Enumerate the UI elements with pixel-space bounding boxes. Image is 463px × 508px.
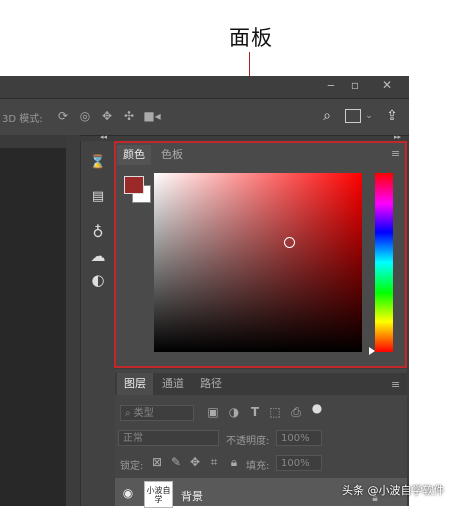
search-icon: ⌕ <box>125 408 134 419</box>
close-button[interactable]: ✕ <box>374 76 400 94</box>
3d-mode-label: 3D 模式: <box>2 114 43 125</box>
adjustment-filter-icon[interactable]: ◑ <box>227 404 241 420</box>
share-icon[interactable]: ⇪ <box>384 107 400 125</box>
adjustments-icon[interactable]: ◐ <box>89 271 107 289</box>
lock-pixels-icon[interactable]: ⊠ <box>151 455 163 469</box>
panel-highlight-frame <box>114 141 407 368</box>
lock-label: 锁定: <box>120 461 144 472</box>
artboard-icon[interactable]: ⌗ <box>208 455 220 469</box>
fill-label: 填充: <box>246 461 270 472</box>
layer-thumbnail: 小波自学 <box>144 481 173 508</box>
collapse-left-icon[interactable]: ◂◂ <box>100 133 107 141</box>
layer-name[interactable]: 背景 <box>181 488 203 504</box>
smart-object-filter-icon[interactable]: ⎙ <box>289 404 303 420</box>
minimize-button[interactable]: ‒ <box>318 76 344 94</box>
3d-roll-icon[interactable]: ◎ <box>77 108 93 124</box>
tab-layers[interactable]: 图层 <box>117 373 153 395</box>
maximize-button[interactable]: ▫ <box>342 76 368 94</box>
chevron-down-icon[interactable]: ⌄ <box>364 108 374 124</box>
collapse-right-icon[interactable]: ▸▸ <box>394 133 401 141</box>
annotation-label: 面板 <box>229 26 273 50</box>
panel-icon-column: ⌛ ▤ ♁ ☁ ◐ <box>80 141 116 506</box>
document-canvas <box>0 148 66 506</box>
blend-mode-select[interactable]: 正常 <box>118 430 219 446</box>
3d-orbit-icon[interactable]: ⟳ <box>55 108 71 124</box>
move-icon[interactable]: ✥ <box>189 455 201 469</box>
layers-menu-icon[interactable]: ≡ <box>391 378 400 391</box>
layer-filter-select[interactable]: ⌕ 类型 <box>120 405 194 421</box>
filter-toggle-icon[interactable]: ● <box>312 401 322 415</box>
search-icon[interactable]: ⌕ <box>319 108 335 124</box>
filter-label: 类型 <box>133 408 154 419</box>
watermark: 头条 @小波自学软件 <box>342 484 445 497</box>
tab-channels[interactable]: 通道 <box>155 373 191 395</box>
bulb-icon[interactable]: ♁ <box>89 223 107 241</box>
panel-separator <box>66 135 80 506</box>
properties-icon[interactable]: ▤ <box>89 187 107 205</box>
3d-slide-icon[interactable]: ✣ <box>121 108 137 124</box>
options-bar: 3D 模式: ⟳ ◎ ✥ ✣ ■◂ ⌕ ⌄ ⇪ <box>0 98 409 136</box>
3d-camera-icon[interactable]: ■◂ <box>143 108 161 124</box>
3d-pan-icon[interactable]: ✥ <box>99 108 115 124</box>
tab-paths[interactable]: 路径 <box>193 373 229 395</box>
shape-filter-icon[interactable]: ⬚ <box>268 404 282 420</box>
workspace-icon[interactable] <box>345 109 361 123</box>
visibility-eye-icon[interactable]: ◉ <box>121 486 135 500</box>
history-icon[interactable]: ⌛ <box>89 153 107 171</box>
cloud-icon[interactable]: ☁ <box>89 247 107 265</box>
opacity-field[interactable]: 100% <box>276 430 322 446</box>
image-filter-icon[interactable]: ▣ <box>206 404 220 420</box>
brush-icon[interactable]: ✎ <box>170 455 182 469</box>
opacity-label: 不透明度: <box>226 436 270 447</box>
lock-icon[interactable]: 🔒︎ <box>228 455 240 469</box>
type-filter-icon[interactable]: T <box>248 404 262 420</box>
fill-field[interactable]: 100% <box>276 455 322 471</box>
